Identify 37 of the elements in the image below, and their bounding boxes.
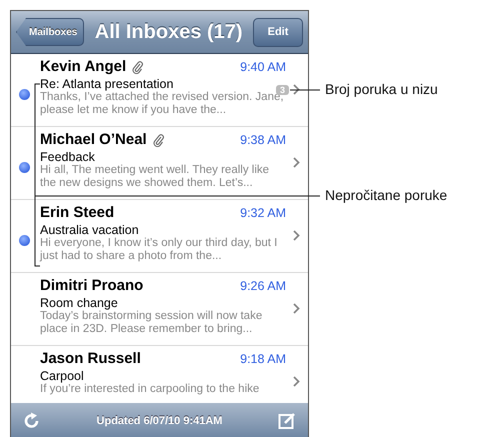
message-preview: Hi everyone, I know it’s only our third day, but I just had to share a photo from the... <box>40 237 278 263</box>
message-row[interactable]: Dimitri Proano 9:26 AM Room change Today’s brainstorming session will now take place in 23D. Please remember to bring... <box>11 273 308 346</box>
message-preview: Today’s brainstorming session will now take place in 23D. Please remember to bring... <box>40 310 264 336</box>
chevron-icon <box>293 376 300 387</box>
callout-label: Nepročitane poruke <box>325 187 448 203</box>
sender-name: Kevin Angel <box>40 58 126 75</box>
chevron-icon <box>293 84 300 95</box>
message-time: 9:18 AM <box>240 352 286 366</box>
message-time: 9:40 AM <box>240 60 286 74</box>
refresh-icon[interactable] <box>23 412 41 430</box>
sender-name: Michael O’Neal <box>40 131 147 148</box>
compose-icon[interactable] <box>278 412 296 430</box>
message-subject: Australia vacation <box>40 223 139 237</box>
message-row[interactable]: Michael O’Neal 9:38 AM Feedback Hi all, The meeting went well. They really like the new designs we showed them. Let’s... <box>11 127 308 200</box>
screen-title: All Inboxes (17) <box>94 20 244 44</box>
chevron-icon <box>293 157 300 168</box>
thread-count-badge: 3 <box>276 84 289 94</box>
message-subject: Carpool <box>40 369 84 383</box>
updated-status: Updated 6/07/10 9:41AM <box>96 414 224 426</box>
mailboxes-back-button[interactable]: Mailboxes <box>16 18 84 46</box>
sender-name: Dimitri Proano <box>40 277 144 294</box>
message-preview: If you’re interested in carpooling to the hike <box>40 383 260 396</box>
message-time: 9:38 AM <box>240 132 286 146</box>
sender-name: Erin Steed <box>40 204 114 221</box>
edit-button[interactable]: Edit <box>253 18 303 46</box>
message-time: 9:26 AM <box>240 278 286 292</box>
message-preview: Hi all, The meeting went well. They really like the new designs we showed them. Let’s... <box>40 164 270 190</box>
message-row[interactable]: Kevin Angel 9:40 AM Re: Atlanta presentation Thanks, I’ve attached the revised version. Jane, please let me know if you have the... 3 <box>11 54 308 127</box>
message-time: 9:32 AM <box>240 206 286 220</box>
message-row[interactable]: Erin Steed 9:32 AM Australia vacation Hi everyone, I know it’s only our third day, but I just had to share a photo from the... <box>11 200 308 273</box>
chevron-icon <box>293 230 300 241</box>
sender-name: Jason Russell <box>40 350 141 367</box>
message-subject: Feedback <box>40 150 95 164</box>
message-subject: Room change <box>40 296 118 310</box>
callout-label: Broj poruka u nizu <box>325 81 438 97</box>
message-subject: Re: Atlanta presentation <box>40 77 174 91</box>
chevron-icon <box>293 303 300 314</box>
